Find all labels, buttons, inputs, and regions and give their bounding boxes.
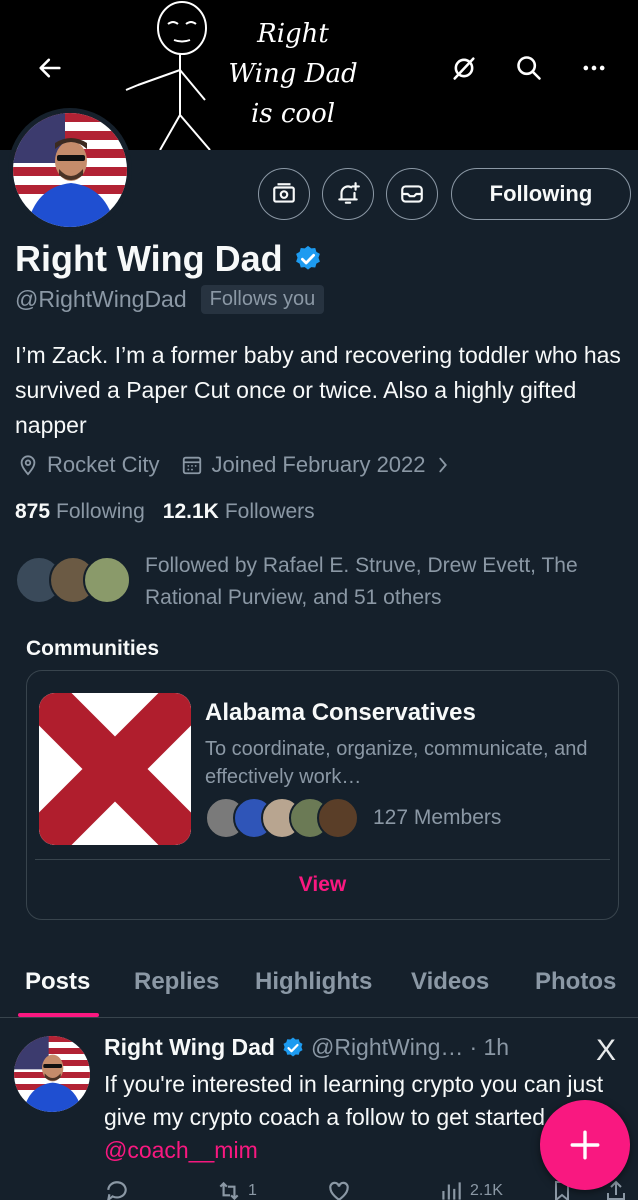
compose-button[interactable] xyxy=(540,1100,630,1190)
views-chart-icon xyxy=(442,1182,461,1200)
profile-bio: I’m Zack. I’m a former baby and recoveri… xyxy=(15,342,621,438)
following-count: 875 xyxy=(15,500,51,523)
search-icon xyxy=(517,56,541,80)
verified-badge-icon xyxy=(283,1037,303,1056)
joined-text: Joined February 2022 xyxy=(211,452,426,477)
follows-you-badge: Follows you xyxy=(200,285,325,314)
divider xyxy=(35,859,610,860)
post-header: Right Wing Dad @RightWing… · 1h xyxy=(104,1034,509,1061)
location-pin-icon xyxy=(20,455,36,476)
post-actions: 1 2.1K xyxy=(104,1178,634,1200)
search-button[interactable] xyxy=(503,42,555,94)
members-count: 127 Members xyxy=(373,806,502,829)
verified-badge-icon[interactable] xyxy=(293,244,323,274)
display-name: Right Wing Dad xyxy=(15,238,323,280)
followed-by[interactable]: Followed by Rafael E. Struve, Drew Evett… xyxy=(15,550,615,614)
display-name-text: Right Wing Dad xyxy=(15,238,283,279)
stick-figure-drawing xyxy=(125,1,211,150)
community-image xyxy=(39,693,191,845)
following-stat[interactable]: 875 Following xyxy=(15,500,145,524)
repost-icon xyxy=(219,1181,239,1200)
back-button[interactable] xyxy=(24,42,76,94)
calendar-icon xyxy=(183,456,202,475)
post-author-handle: @RightWing… xyxy=(310,1034,464,1060)
joined-date[interactable]: Joined February 2022 xyxy=(181,452,451,478)
back-arrow-icon xyxy=(39,58,61,78)
post-time: · 1h xyxy=(469,1034,510,1060)
communities-heading: Communities xyxy=(26,637,160,660)
following-label: Following xyxy=(56,500,145,523)
views-count: 2.1K xyxy=(470,1182,503,1199)
grok-button[interactable] xyxy=(438,42,490,94)
repost-count: 1 xyxy=(248,1182,257,1199)
post-mention[interactable]: @coach__mim xyxy=(104,1137,258,1163)
message-button[interactable] xyxy=(386,168,438,220)
avatar-image xyxy=(13,113,127,227)
reply-action[interactable] xyxy=(104,1178,130,1200)
profile-handle: @RightWingDad xyxy=(15,286,187,312)
followers-count: 12.1K xyxy=(162,500,219,523)
more-options-button[interactable] xyxy=(568,42,620,94)
following-button[interactable]: Following xyxy=(451,168,631,220)
mutual-avatars xyxy=(15,556,131,604)
avatar-image xyxy=(14,1036,90,1112)
bell-plus-icon xyxy=(338,182,360,204)
chevron-right-icon xyxy=(438,457,447,473)
heart-icon xyxy=(329,1181,349,1200)
profile-meta: Rocket City Joined February 2022 xyxy=(17,452,474,478)
community-description: To coordinate, organize, communicate, an… xyxy=(205,738,588,788)
tab-photos[interactable]: Photos xyxy=(535,968,616,996)
followers-label: Followers xyxy=(224,500,315,523)
subscribe-button[interactable] xyxy=(258,168,310,220)
active-tab-indicator xyxy=(18,1013,99,1017)
post[interactable]: Right Wing Dad @RightWing… · 1h X If you… xyxy=(0,1018,638,1200)
tab-posts[interactable]: Posts xyxy=(25,968,90,996)
alabama-flag-icon xyxy=(39,693,191,845)
money-icon xyxy=(273,183,295,203)
tab-videos[interactable]: Videos xyxy=(411,968,489,996)
like-action[interactable] xyxy=(326,1178,352,1200)
grok-icon xyxy=(453,57,475,80)
followed-by-text: Followed by Rafael E. Struve, Drew Evett… xyxy=(145,554,578,609)
community-name: Alabama Conservatives xyxy=(205,699,476,726)
post-author-name[interactable]: Right Wing Dad xyxy=(104,1034,275,1061)
handle-row: @RightWingDad Follows you xyxy=(15,285,325,314)
reply-icon xyxy=(107,1181,127,1200)
profile-avatar[interactable] xyxy=(8,108,132,232)
profile-tabs: Posts Replies Highlights Videos Photos xyxy=(0,958,638,1018)
notifications-button[interactable] xyxy=(322,168,374,220)
tab-replies[interactable]: Replies xyxy=(134,968,219,996)
x-logo-icon: X xyxy=(596,1034,617,1067)
views-action[interactable]: 2.1K xyxy=(438,1178,503,1200)
location: Rocket City xyxy=(17,452,159,478)
post-avatar[interactable] xyxy=(14,1036,90,1112)
view-community-button[interactable]: View xyxy=(27,873,618,897)
followers-stat[interactable]: 12.1K Followers xyxy=(163,500,315,524)
repost-action[interactable]: 1 xyxy=(216,1178,257,1200)
location-text: Rocket City xyxy=(47,452,160,477)
follow-stats: 875 Following 12.1K Followers xyxy=(15,500,315,524)
more-dots-icon xyxy=(583,65,605,71)
envelope-icon xyxy=(401,185,423,203)
banner-text: Right Wing Dad is cool xyxy=(228,19,358,129)
community-members: 127 Members xyxy=(205,797,501,839)
avatar xyxy=(83,556,131,604)
plus-icon xyxy=(570,1130,600,1160)
post-body: If you're interested in learning crypto … xyxy=(104,1071,604,1130)
avatar xyxy=(317,797,359,839)
tab-highlights[interactable]: Highlights xyxy=(255,968,372,996)
community-card[interactable]: Alabama Conservatives To coordinate, org… xyxy=(26,670,619,920)
